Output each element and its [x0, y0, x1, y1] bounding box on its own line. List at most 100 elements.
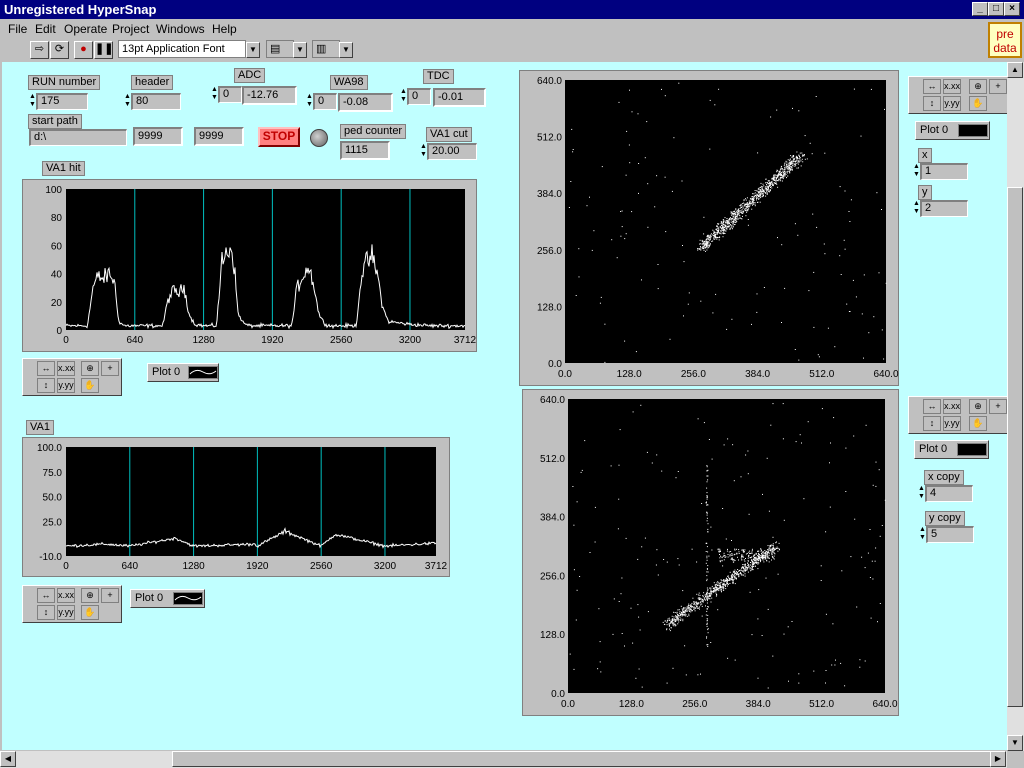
close-button[interactable]: × — [1004, 2, 1020, 16]
header-spinner[interactable]: ▲ ▼ — [124, 93, 131, 110]
hand-icon[interactable]: ✋ — [81, 605, 99, 620]
y-format-button[interactable]: y.yy — [57, 378, 75, 393]
scatter-point — [677, 613, 678, 615]
hand-icon[interactable]: ✋ — [969, 416, 987, 431]
menu-help[interactable]: Help — [212, 22, 237, 36]
x-format-button[interactable]: x.xx — [943, 399, 961, 414]
y-format-button[interactable]: y.yy — [57, 605, 75, 620]
run-number-spinner[interactable]: ▲ ▼ — [29, 93, 36, 110]
scale-y-icon[interactable]: ↕ — [37, 605, 55, 620]
run-arrow-icon[interactable]: ⇨ — [30, 41, 49, 59]
va1-cut-spinner[interactable]: ▲ ▼ — [420, 143, 427, 160]
zoom-icon[interactable]: ⊕ — [81, 361, 99, 376]
x-format-button[interactable]: x.xx — [57, 588, 75, 603]
cursor-plus-icon[interactable]: + — [101, 588, 119, 603]
cursor-plus-icon[interactable]: + — [989, 79, 1007, 94]
pan-icon[interactable]: ↔ — [37, 361, 55, 376]
scatter-point — [707, 551, 709, 553]
scatter2-legend[interactable]: Plot 0 — [914, 440, 989, 459]
align-dropdown-button[interactable]: ▼ — [293, 42, 307, 58]
menu-edit[interactable]: Edit — [35, 22, 56, 36]
scatter-point — [700, 247, 702, 249]
vertical-scrollbar[interactable]: ▲ ▼ — [1007, 62, 1024, 752]
menu-operate[interactable]: Operate — [64, 22, 107, 36]
zoom-icon[interactable]: ⊕ — [969, 79, 987, 94]
x-format-button[interactable]: x.xx — [943, 79, 961, 94]
plot-area — [66, 447, 436, 556]
hand-icon[interactable]: ✋ — [969, 96, 987, 111]
run-number-input[interactable]: 175 — [36, 93, 88, 110]
start-path-input[interactable]: d:\ — [29, 129, 127, 146]
y-input[interactable]: 2 — [920, 200, 968, 217]
scatter-point — [751, 556, 753, 558]
header-input[interactable]: 80 — [131, 93, 181, 110]
pan-icon[interactable]: ↔ — [923, 399, 941, 414]
vertical-scroll-thumb[interactable] — [1007, 187, 1023, 707]
menu-windows[interactable]: Windows — [156, 22, 205, 36]
scatter-point — [589, 196, 590, 198]
x-copy-spinner[interactable]: ▲ ▼ — [918, 485, 925, 502]
scatter-point — [732, 444, 734, 446]
va1-cut-input[interactable]: 20.00 — [427, 143, 477, 160]
pause-icon[interactable]: ❚❚ — [94, 41, 113, 59]
scatter-point — [713, 230, 715, 232]
zoom-icon[interactable]: ⊕ — [81, 588, 99, 603]
y-format-button[interactable]: y.yy — [943, 416, 961, 431]
align-objects-icon[interactable]: ▤ — [266, 40, 294, 58]
stop-button[interactable]: STOP — [258, 127, 300, 147]
scatter-point — [746, 211, 748, 213]
pre-data-icon[interactable]: pre data — [988, 22, 1022, 58]
font-dropdown-button[interactable]: ▼ — [246, 42, 260, 58]
horizontal-scroll-thumb[interactable] — [172, 751, 992, 767]
cursor-plus-icon[interactable]: + — [101, 361, 119, 376]
y-copy-input[interactable]: 5 — [926, 526, 974, 543]
x-spinner[interactable]: ▲ ▼ — [913, 163, 920, 180]
scatter-point — [661, 470, 663, 472]
distribute-dropdown-button[interactable]: ▼ — [339, 42, 353, 58]
scale-y-icon[interactable]: ↕ — [923, 416, 941, 431]
scatter-point — [708, 244, 710, 246]
distribute-objects-icon[interactable]: ▥ — [312, 40, 340, 58]
scatter-point — [705, 614, 707, 616]
y-copy-spinner[interactable]: ▲ ▼ — [919, 526, 926, 543]
x-copy-input[interactable]: 4 — [925, 485, 973, 502]
horizontal-scrollbar[interactable]: ◀ ▶ — [0, 751, 1007, 768]
scatter-point — [820, 565, 822, 567]
y-format-button[interactable]: y.yy — [943, 96, 961, 111]
abort-icon[interactable]: ● — [74, 41, 93, 59]
wa98-control[interactable]: 0 — [313, 93, 337, 110]
scatter-point — [673, 624, 675, 626]
tdc-control[interactable]: 0 — [407, 88, 431, 105]
pan-icon[interactable]: ↔ — [923, 79, 941, 94]
scroll-left-button[interactable]: ◀ — [0, 751, 16, 767]
scroll-down-button[interactable]: ▼ — [1007, 735, 1023, 751]
scatter-point — [629, 89, 630, 91]
zoom-icon[interactable]: ⊕ — [969, 399, 987, 414]
pan-icon[interactable]: ↔ — [37, 588, 55, 603]
hand-icon[interactable]: ✋ — [81, 378, 99, 393]
scale-y-icon[interactable]: ↕ — [923, 96, 941, 111]
menu-project[interactable]: Project — [112, 22, 149, 36]
adc-control[interactable]: 0 — [218, 86, 242, 103]
scroll-up-button[interactable]: ▲ — [1007, 62, 1023, 78]
run-continuous-icon[interactable]: ⟳ — [50, 41, 69, 59]
x-format-button[interactable]: x.xx — [57, 361, 75, 376]
minimize-button[interactable]: _ — [972, 2, 988, 16]
scale-y-icon[interactable]: ↕ — [37, 378, 55, 393]
scroll-right-button[interactable]: ▶ — [990, 751, 1006, 767]
wa98-spinner[interactable]: ▲ ▼ — [306, 93, 313, 110]
scatter1-legend[interactable]: Plot 0 — [915, 121, 990, 140]
tdc-spinner[interactable]: ▲ ▼ — [400, 88, 407, 105]
cursor-plus-icon[interactable]: + — [989, 399, 1007, 414]
scatter-point — [638, 192, 639, 194]
adc-spinner[interactable]: ▲ ▼ — [211, 86, 218, 103]
font-selector[interactable]: 13pt Application Font — [118, 40, 246, 58]
graph2-legend[interactable]: Plot 0 — [130, 589, 205, 608]
menu-file[interactable]: File — [8, 22, 27, 36]
maximize-button[interactable]: □ — [988, 2, 1004, 16]
x-input[interactable]: 1 — [920, 163, 968, 180]
scatter-point — [774, 547, 776, 549]
scatter-point — [779, 175, 781, 177]
y-spinner[interactable]: ▲ ▼ — [913, 200, 920, 217]
graph1-legend[interactable]: Plot 0 — [147, 363, 219, 382]
